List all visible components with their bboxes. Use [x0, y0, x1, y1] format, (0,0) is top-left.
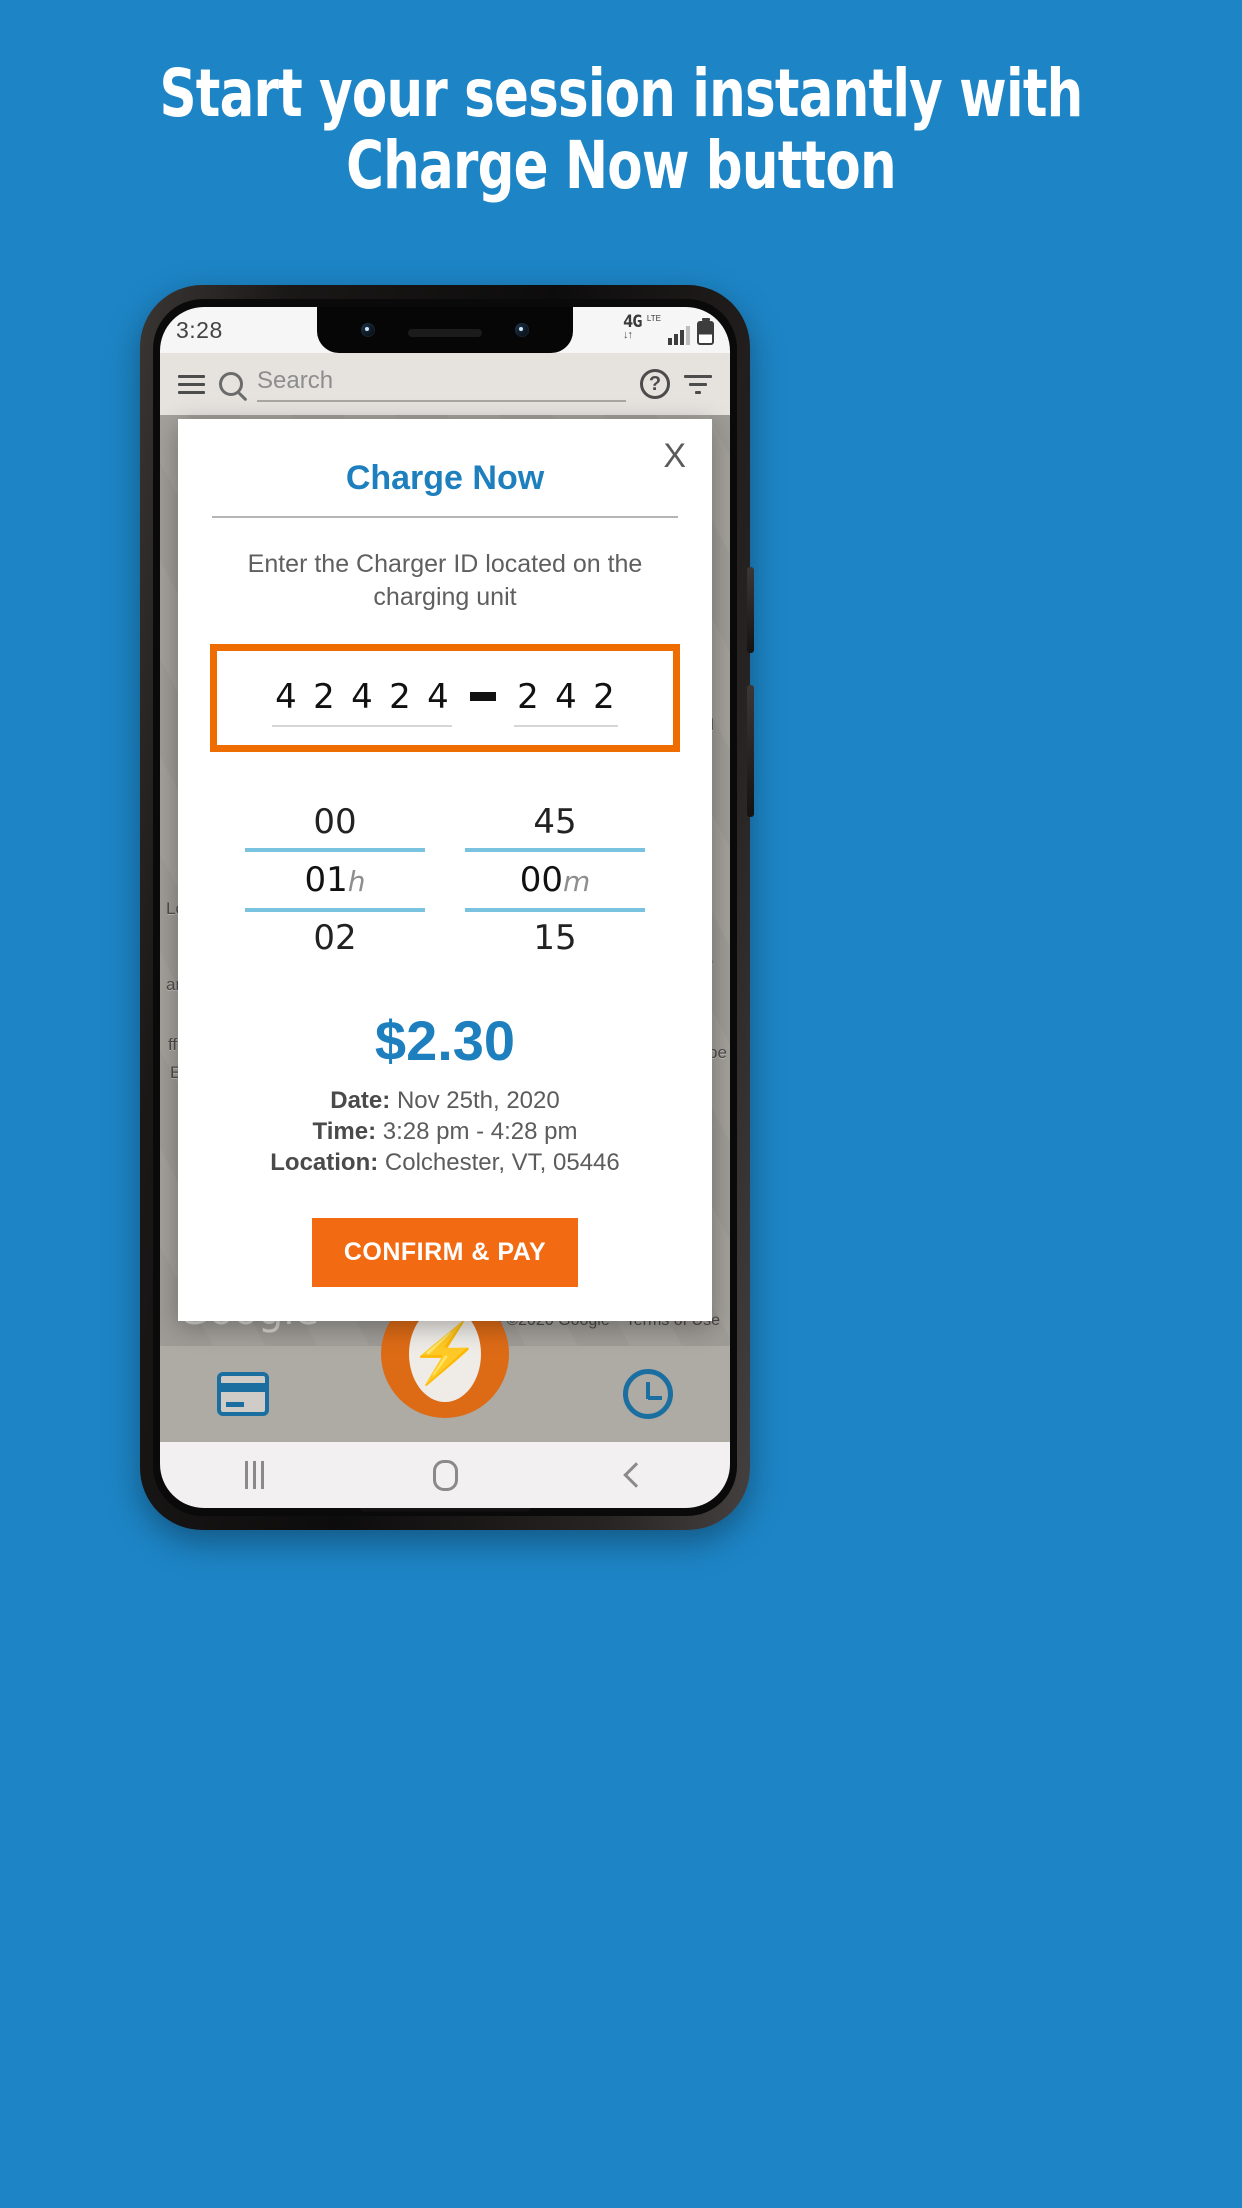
summary-time-label: Time: — [312, 1118, 377, 1145]
hours-option-above[interactable]: 00 — [245, 796, 425, 848]
summary-date-row: Date: Nov 25th, 2020 — [208, 1085, 682, 1116]
charger-id-input-group[interactable]: 4 2 4 2 4 2 4 2 — [210, 644, 680, 752]
credit-card-icon[interactable] — [216, 1372, 269, 1416]
charger-id-digit: 2 — [593, 677, 615, 717]
app-top-bar: Search ? — [160, 353, 730, 415]
charger-id-digit: 4 — [351, 677, 373, 717]
dialog-instruction: Enter the Charger ID located on the char… — [247, 550, 643, 611]
phone-bezel: 3:28 4G LTE ↓↑ Search ? Lo ar be ff E ⚡ … — [153, 299, 737, 1516]
back-icon[interactable] — [623, 1462, 650, 1488]
sensor-icon — [515, 323, 529, 337]
status-bar-clock: 3:28 — [176, 316, 223, 343]
hours-option-below[interactable]: 02 — [245, 912, 425, 964]
summary-date-label: Date: — [330, 1087, 391, 1114]
data-arrows-icon: ↓↑ — [623, 329, 633, 341]
search-placeholder: Search — [257, 366, 334, 394]
battery-icon — [697, 321, 714, 345]
network-4g-icon: 4G LTE ↓↑ — [623, 314, 661, 345]
status-bar-icons: 4G LTE ↓↑ — [623, 314, 714, 345]
summary-date-value: Nov 25th, 2020 — [396, 1087, 560, 1114]
charger-id-separator — [470, 692, 496, 701]
minutes-selected[interactable]: 00m — [465, 848, 645, 912]
hours-wheel[interactable]: 00 01h 02 — [245, 796, 425, 964]
close-icon[interactable]: X — [663, 439, 686, 473]
charger-id-digit: 2 — [313, 677, 335, 717]
summary-time-row: Time: 3:28 pm - 4:28 pm — [208, 1116, 682, 1147]
charger-id-part2-input[interactable]: 2 4 2 — [514, 677, 618, 727]
minutes-wheel[interactable]: 45 00m 15 — [465, 796, 645, 964]
phone-frame: 3:28 4G LTE ↓↑ Search ? Lo ar be ff E ⚡ … — [140, 285, 754, 1530]
front-camera-icon — [361, 323, 375, 337]
recents-icon[interactable] — [244, 1461, 264, 1489]
charger-id-digit: 4 — [275, 677, 297, 717]
headline-line-1: Start your session instantly with — [159, 55, 1083, 132]
charger-id-digit: 2 — [517, 677, 539, 717]
charger-id-part1-input[interactable]: 4 2 4 2 4 — [272, 677, 452, 727]
earpiece-speaker — [408, 329, 482, 337]
map-label: ff — [168, 1035, 178, 1054]
signal-bars-icon — [668, 324, 690, 345]
phone-side-button-power[interactable] — [747, 685, 754, 817]
summary-location-row: Location: Colchester, VT, 05446 — [208, 1147, 682, 1178]
charger-id-digit: 2 — [389, 677, 411, 717]
filter-icon[interactable] — [684, 370, 712, 399]
phone-notch — [317, 307, 573, 353]
summary-location-value: Colchester, VT, 05446 — [384, 1149, 620, 1176]
confirm-and-pay-button[interactable]: CONFIRM & PAY — [311, 1218, 579, 1287]
minutes-option-below[interactable]: 15 — [465, 912, 645, 964]
hours-selected[interactable]: 01h — [245, 848, 425, 912]
charge-now-dialog: X Charge Now Enter the Charger ID locate… — [178, 419, 712, 1321]
search-icon[interactable] — [219, 372, 243, 396]
phone-side-button-volume[interactable] — [747, 567, 754, 653]
minutes-option-above[interactable]: 45 — [465, 796, 645, 848]
charger-id-digit: 4 — [427, 677, 449, 717]
phone-screen: 3:28 4G LTE ↓↑ Search ? Lo ar be ff E ⚡ … — [160, 307, 730, 1508]
dialog-title: Charge Now — [345, 459, 545, 497]
session-summary: Date: Nov 25th, 2020 Time: 3:28 pm - 4:2… — [208, 1085, 682, 1178]
headline-line-2: Charge Now button — [346, 127, 896, 204]
title-divider — [212, 516, 678, 518]
help-circle-icon[interactable]: ? — [640, 369, 670, 399]
promo-headline: Start your session instantly with Charge… — [137, 58, 1106, 202]
android-navigation-bar — [160, 1442, 730, 1508]
charger-id-digit: 4 — [555, 677, 577, 717]
network-sub-label: LTE — [646, 314, 661, 323]
summary-time-value: 3:28 pm - 4:28 pm — [382, 1118, 578, 1145]
total-price: $2.30 — [374, 1009, 516, 1072]
duration-picker: 00 01h 02 45 00m 15 — [208, 796, 682, 964]
home-icon[interactable] — [432, 1459, 458, 1491]
search-input[interactable]: Search — [257, 367, 626, 402]
summary-location-label: Location: — [270, 1149, 379, 1176]
lightning-bolt-icon: ⚡ — [408, 1321, 482, 1386]
hamburger-menu-icon[interactable] — [178, 370, 205, 399]
clock-icon[interactable] — [623, 1369, 674, 1419]
